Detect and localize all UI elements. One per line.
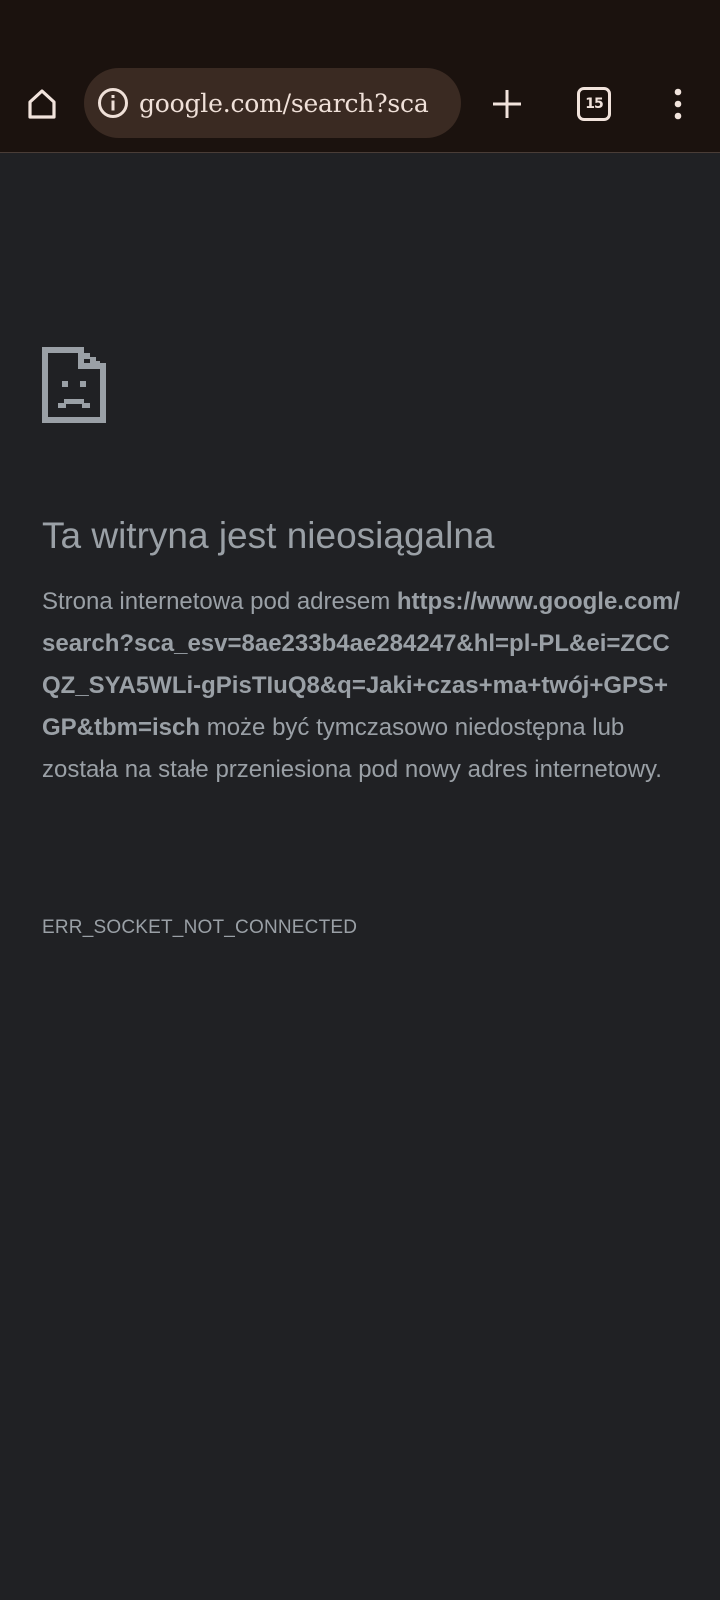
- info-icon[interactable]: [96, 86, 130, 120]
- address-bar[interactable]: google.com/search?sca: [84, 68, 461, 138]
- error-title: Ta witryna jest nieosiągalna: [42, 515, 495, 556]
- error-description-prefix: Strona internetowa pod adresem: [42, 588, 397, 615]
- home-icon: [28, 89, 56, 119]
- error-code: ERR_SOCKET_NOT_CONNECTED: [42, 917, 358, 938]
- plus-icon: [493, 90, 521, 118]
- address-bar-url: google.com/search?sca: [139, 88, 429, 118]
- menu-button[interactable]: [650, 76, 706, 132]
- more-vert-icon: [674, 88, 682, 120]
- status-bar: [0, 0, 720, 52]
- new-tab-button[interactable]: [479, 76, 535, 132]
- home-button[interactable]: [14, 76, 70, 132]
- sad-document-icon: [42, 347, 106, 423]
- error-description: Strona internetowa pod adresem https://w…: [42, 581, 682, 791]
- tab-switcher-icon: 15: [577, 87, 611, 121]
- browser-toolbar: google.com/search?sca 15: [0, 52, 720, 153]
- tab-switcher-button[interactable]: 15: [566, 76, 622, 132]
